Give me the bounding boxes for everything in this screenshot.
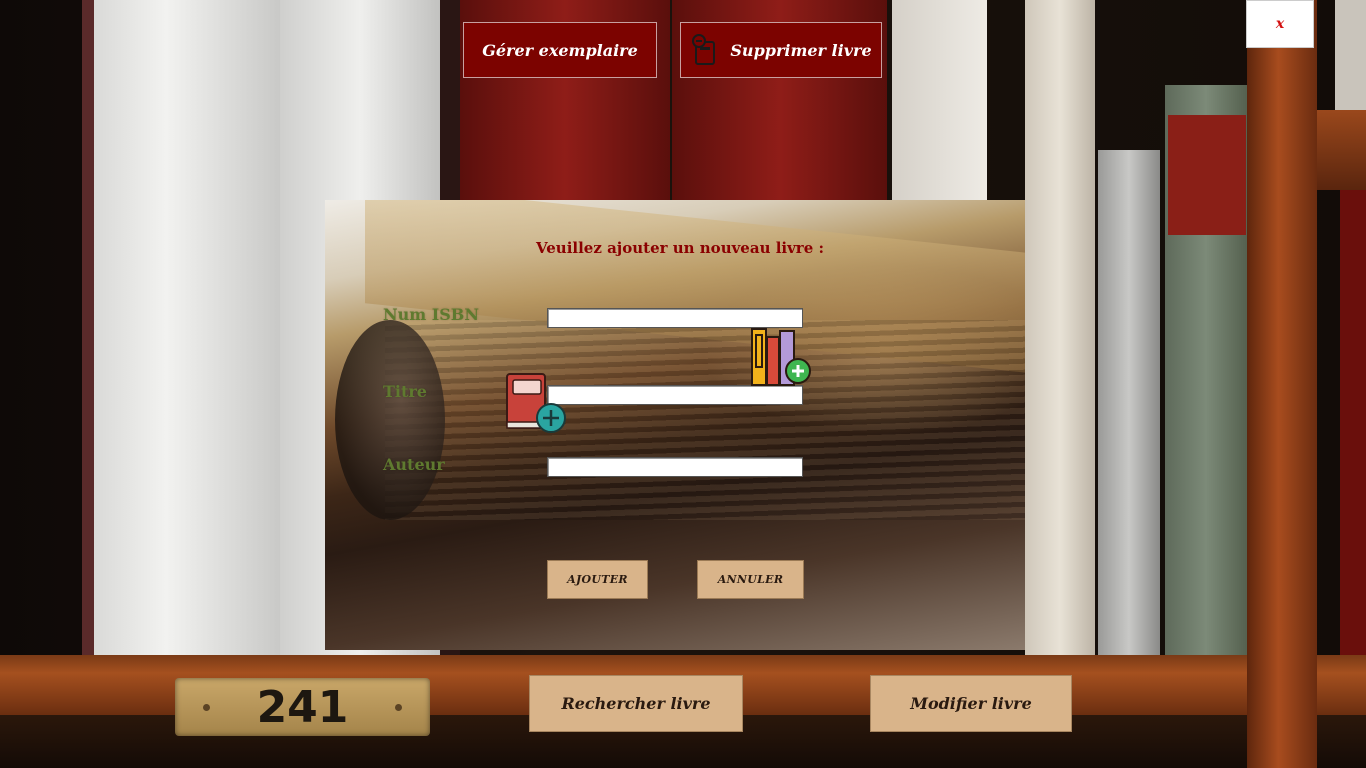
add-button-label: AJOUTER bbox=[567, 573, 628, 586]
title-label: Titre bbox=[383, 382, 427, 401]
cancel-button[interactable]: ANNULER bbox=[697, 560, 804, 599]
search-book-button[interactable]: Rechercher livre bbox=[529, 675, 743, 732]
add-button[interactable]: AJOUTER bbox=[547, 560, 648, 599]
isbn-label: Num ISBN bbox=[383, 305, 479, 324]
edit-book-button[interactable]: Modifier livre bbox=[870, 675, 1072, 732]
delete-book-icon bbox=[692, 34, 716, 65]
shelf-number: 241 bbox=[256, 681, 349, 733]
cancel-button-label: ANNULER bbox=[717, 573, 784, 586]
books-add-icon bbox=[751, 328, 811, 386]
manage-copies-label: Gérer exemplaire bbox=[482, 40, 638, 60]
delete-book-button[interactable]: Supprimer livre bbox=[680, 22, 882, 78]
manage-copies-button[interactable]: Gérer exemplaire bbox=[463, 22, 657, 78]
shelf-number-plate: 241 bbox=[175, 678, 430, 736]
title-input[interactable] bbox=[547, 385, 803, 405]
delete-book-label: Supprimer livre bbox=[730, 40, 872, 60]
book-add-icon bbox=[506, 373, 566, 433]
search-book-label: Rechercher livre bbox=[561, 694, 711, 713]
form-title: Veuillez ajouter un nouveau livre : bbox=[536, 239, 825, 257]
close-icon: x bbox=[1275, 16, 1285, 32]
close-button[interactable]: x bbox=[1246, 0, 1314, 48]
author-label: Auteur bbox=[383, 455, 445, 474]
add-book-panel bbox=[325, 200, 1025, 650]
edit-book-label: Modifier livre bbox=[910, 694, 1032, 713]
author-input[interactable] bbox=[547, 457, 803, 477]
